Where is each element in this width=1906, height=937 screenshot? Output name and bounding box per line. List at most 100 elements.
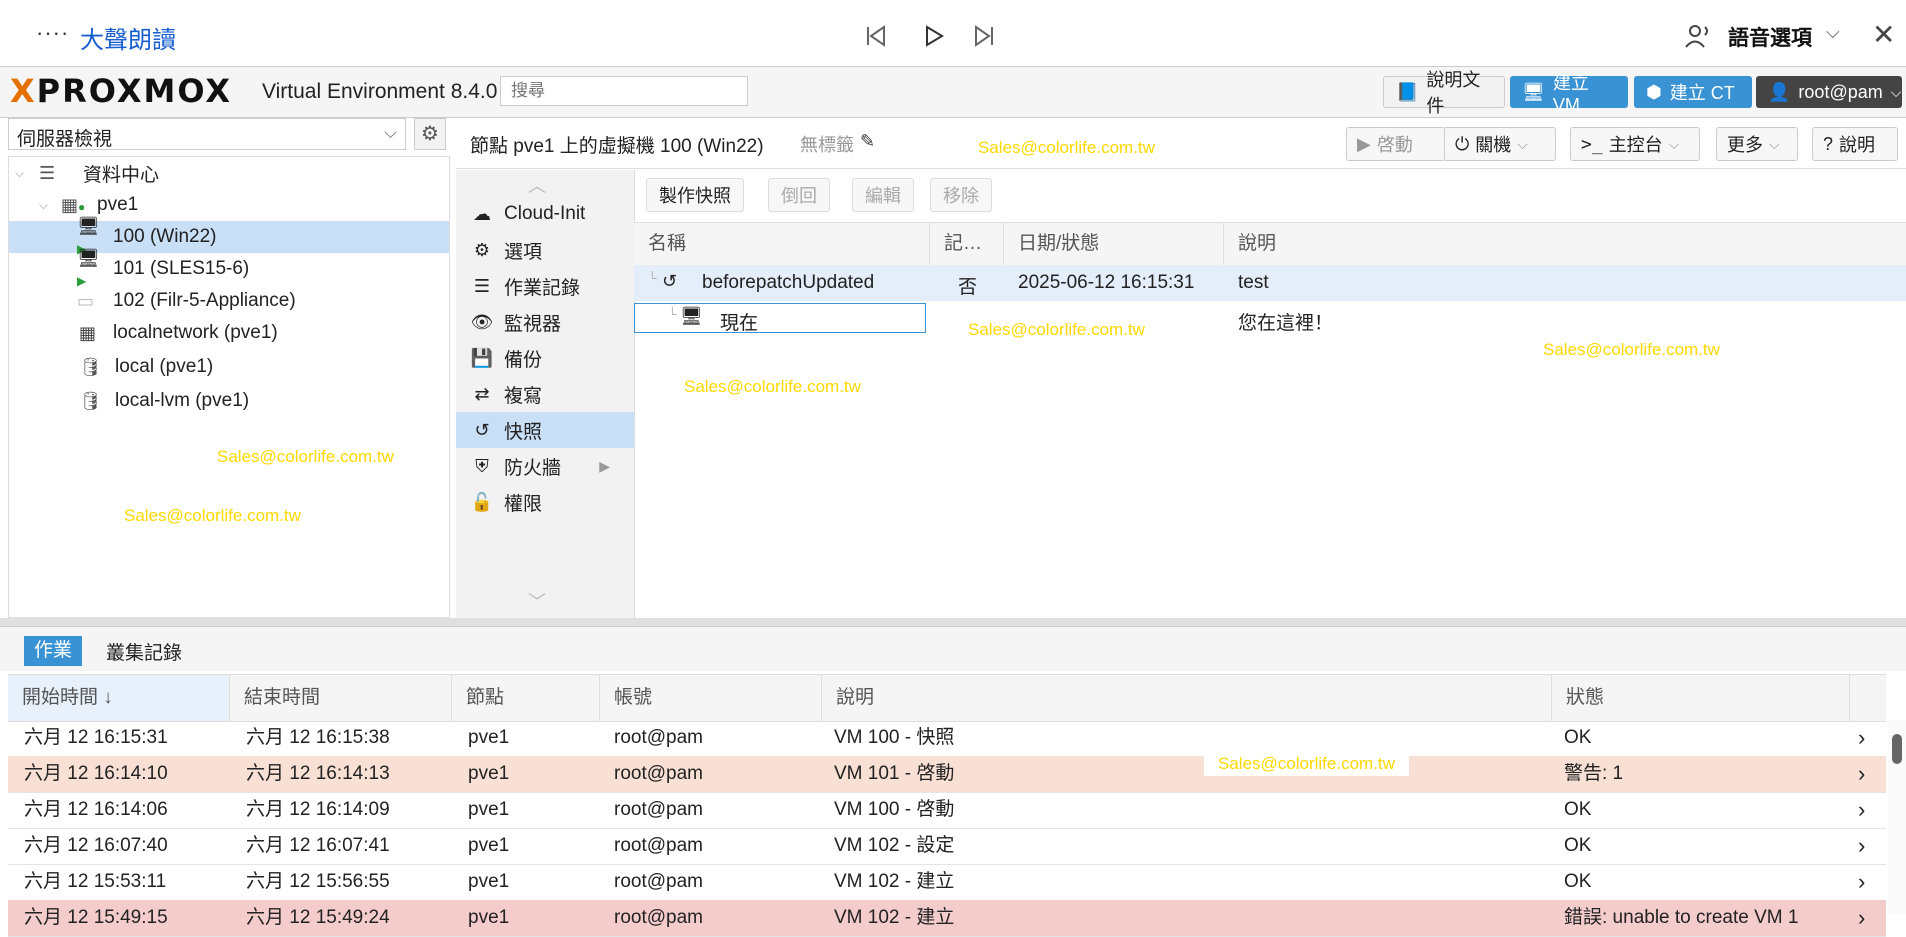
scrollbar[interactable]: [1888, 720, 1906, 915]
shutdown-button[interactable]: ⏻ 關機 ⌵: [1444, 127, 1556, 161]
table-row[interactable]: 六月 12 16:14:10 六月 12 16:14:13 pve1 root@pam…: [8, 756, 1886, 793]
play-icon[interactable]: [922, 24, 946, 48]
submenu-item-options[interactable]: ⚙ 選項: [456, 232, 634, 268]
monitor-icon: 🖥: [680, 306, 703, 326]
watermark: Sales@colorlife.com.tw: [978, 138, 1155, 157]
submenu-item-replication[interactable]: ⇄ 複寫: [456, 376, 634, 412]
chevron-right-icon[interactable]: ›: [1858, 756, 1865, 792]
column-header-user[interactable]: 帳號: [600, 675, 822, 721]
submenu-item-cloud-init[interactable]: ☁ Cloud-Init: [456, 196, 634, 232]
chevron-down-icon[interactable]: ⌵: [39, 198, 55, 213]
submenu-label: 權限: [504, 493, 543, 515]
start-button[interactable]: ▶ 啓動: [1346, 127, 1446, 161]
chevron-up-icon[interactable]: ︿: [528, 172, 546, 198]
splitter[interactable]: [0, 618, 1906, 626]
tree-item-pve1[interactable]: ⌵ ▦● pve1: [9, 189, 449, 221]
create-ct-button[interactable]: ⬢ 建立 CT: [1634, 76, 1752, 108]
server-rack-icon: ☰: [39, 162, 56, 183]
submenu-item-snapshots[interactable]: ↺ 快照: [456, 412, 634, 448]
table-row[interactable]: 六月 12 16:15:31 六月 12 16:15:38 pve1 root@pam…: [8, 720, 1886, 757]
user-label: root@pam: [1798, 81, 1883, 102]
docs-button[interactable]: 📘 說明文件: [1383, 70, 1505, 116]
snapshot-row[interactable]: └ ↺ beforepatchUpdated 否 2025-06-12 16:1…: [634, 265, 1906, 301]
reader-title: 大聲朗讀: [80, 27, 176, 54]
remove-button[interactable]: 移除: [930, 178, 992, 212]
take-snapshot-label: 製作快照: [659, 186, 731, 206]
chevron-right-icon[interactable]: ›: [1858, 720, 1865, 756]
scrollbar-thumb[interactable]: [1892, 734, 1902, 764]
column-header-name[interactable]: 名稱: [634, 223, 930, 265]
view-selector[interactable]: 伺服器檢視 ⌵: [8, 118, 406, 150]
chevron-down-icon[interactable]: ﹀: [528, 588, 546, 614]
chevron-down-icon[interactable]: ⌵: [1669, 136, 1680, 153]
user-menu-button[interactable]: 👤 root@pam ⌵: [1756, 76, 1902, 108]
tree-item-local-lvm[interactable]: 🛢 local-lvm (pve1): [9, 385, 449, 417]
task-node: pve1: [468, 871, 510, 892]
watermark: Sales@colorlife.com.tw: [684, 377, 861, 396]
snapshot-grid-header: 名稱 記… 日期/狀態 說明: [634, 222, 1906, 266]
chevron-right-icon[interactable]: ›: [1858, 828, 1865, 864]
edit-label: 編輯: [865, 186, 901, 206]
tree-item-local-storage[interactable]: 🛢 local (pve1): [9, 351, 449, 383]
submenu-item-monitor[interactable]: 👁 監視器: [456, 304, 634, 340]
submenu-label: 作業記錄: [504, 277, 581, 299]
help-button[interactable]: ? 說明: [1812, 127, 1898, 161]
column-header-date[interactable]: 日期/狀態: [1004, 223, 1224, 265]
search-input[interactable]: [500, 76, 748, 106]
chevron-down-icon[interactable]: ⌵: [15, 166, 31, 181]
task-description: VM 100 - 啓動: [834, 799, 955, 820]
column-header-description[interactable]: 說明: [1224, 223, 1906, 265]
rollback-button[interactable]: 倒回: [768, 178, 830, 212]
tree-item-vm-100[interactable]: 🖥▶ 100 (Win22): [9, 216, 449, 256]
chevron-down-icon[interactable]: ⌵: [1517, 136, 1528, 153]
submenu-item-permissions[interactable]: 🔓 權限: [456, 484, 634, 520]
column-header-label: 開始時間: [22, 687, 99, 708]
table-row[interactable]: 六月 12 15:49:15 六月 12 15:49:24 pve1 root@pam…: [8, 900, 1886, 937]
chevron-right-icon[interactable]: ›: [1858, 792, 1865, 828]
more-button[interactable]: 更多 ⌵: [1716, 127, 1798, 161]
submenu-item-backup[interactable]: 💾 備份: [456, 340, 634, 376]
column-header-description[interactable]: 說明: [822, 675, 1552, 721]
table-row[interactable]: 六月 12 15:53:11 六月 12 15:56:55 pve1 root@pam…: [8, 864, 1886, 901]
close-icon[interactable]: ✕: [1872, 18, 1895, 51]
proxmox-logo[interactable]: XPROXMOX: [10, 72, 232, 110]
column-header-status[interactable]: 狀態: [1552, 675, 1850, 721]
column-header-ram[interactable]: 記…: [930, 223, 1004, 265]
task-end-time: 六月 12 15:49:24: [246, 907, 390, 928]
tree-item-vm-102[interactable]: ▭ 102 (Filr-5-Appliance): [9, 285, 449, 317]
tags-label: 無標籤: [800, 135, 854, 155]
vm-running-icon: 🖥▶: [77, 248, 100, 288]
reader-menu-button[interactable]: ····: [36, 20, 69, 46]
remove-label: 移除: [943, 186, 979, 206]
skip-back-icon[interactable]: [864, 24, 888, 48]
tags-button[interactable]: 無標籤 ✎: [800, 131, 875, 157]
tree-item-datacenter[interactable]: ⌵ ☰ 資料中心: [9, 157, 449, 189]
column-header-node[interactable]: 節點: [452, 675, 600, 721]
chevron-right-icon[interactable]: ▶: [599, 458, 610, 475]
question-icon: ?: [1823, 133, 1834, 154]
skip-forward-icon[interactable]: [972, 24, 996, 48]
task-node: pve1: [468, 907, 510, 928]
table-row[interactable]: 六月 12 16:14:06 六月 12 16:14:09 pve1 root@pam…: [8, 792, 1886, 829]
column-header-start[interactable]: 開始時間 ↓: [8, 675, 230, 721]
floppy-icon: 💾: [470, 347, 494, 368]
create-vm-button[interactable]: 🖥 建立 VM: [1510, 73, 1628, 115]
tab-tasks[interactable]: 作業: [24, 636, 83, 666]
voice-options-button[interactable]: 語音選項: [1728, 22, 1812, 52]
table-row[interactable]: 六月 12 16:07:40 六月 12 16:07:41 pve1 root@pam…: [8, 828, 1886, 865]
submenu-item-firewall[interactable]: ⛨ 防火牆 ▶: [456, 448, 634, 484]
column-header-end[interactable]: 結束時間: [230, 675, 452, 721]
take-snapshot-button[interactable]: 製作快照: [646, 178, 744, 212]
snapshot-row-current[interactable]: └ 🖥 現在 您在這裡！: [634, 301, 1906, 337]
tree-item-localnetwork[interactable]: ▦ localnetwork (pve1): [9, 317, 449, 349]
submenu-item-task-history[interactable]: ☰ 作業記錄: [456, 268, 634, 304]
tree-item-vm-101[interactable]: 🖥▶ 101 (SLES15-6): [9, 248, 449, 288]
chevron-right-icon[interactable]: ›: [1858, 900, 1865, 936]
edit-button[interactable]: 編輯: [852, 178, 914, 212]
console-button[interactable]: >_ 主控台 ⌵: [1570, 127, 1700, 161]
tab-cluster-log[interactable]: 叢集記錄: [106, 638, 182, 665]
chevron-right-icon[interactable]: ›: [1858, 864, 1865, 900]
chevron-down-icon[interactable]: ⌵: [1826, 22, 1840, 43]
gear-icon[interactable]: ⚙: [414, 118, 446, 150]
tree-item-label: 資料中心: [83, 164, 160, 186]
